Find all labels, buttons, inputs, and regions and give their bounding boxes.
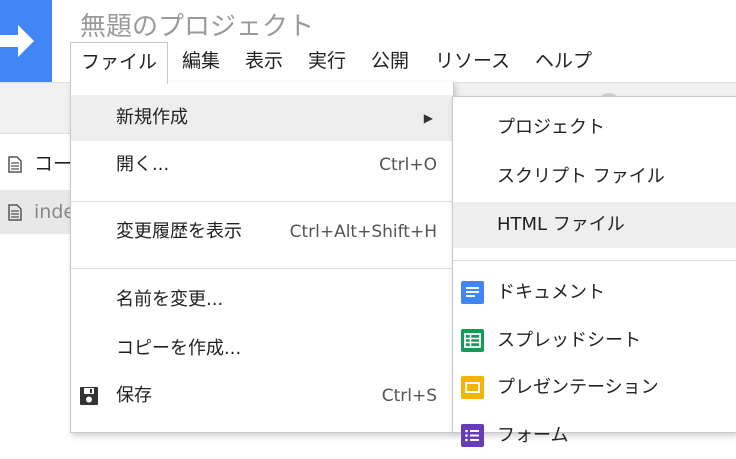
menu-item-save[interactable]: 保存 Ctrl+S xyxy=(71,373,453,419)
submenu-item-project[interactable]: プロジェクト xyxy=(453,105,736,151)
file-list-item[interactable]: index.html xyxy=(0,190,70,234)
new-submenu: プロジェクト スクリプト ファイル HTML ファイル ドキュメント スプレッド… xyxy=(452,96,736,447)
menu-separator xyxy=(453,260,736,261)
menu-view[interactable]: 表示 xyxy=(245,42,283,80)
menu-edit[interactable]: 編集 xyxy=(182,42,220,80)
menu-run[interactable]: 実行 xyxy=(308,42,346,80)
submenu-item-document[interactable]: ドキュメント xyxy=(453,270,736,316)
file-list-item[interactable]: コード.gs xyxy=(0,142,70,186)
menu-item-label: HTML ファイル xyxy=(497,214,625,235)
menu-item-label: フォーム xyxy=(497,425,569,446)
menu-item-label: 変更履歴を表示 xyxy=(116,221,242,242)
menu-item-label: 新規作成 xyxy=(116,107,188,128)
menu-file[interactable]: ファイル xyxy=(70,42,169,84)
project-title[interactable]: 無題のプロジェクト xyxy=(80,6,314,43)
apps-script-logo[interactable] xyxy=(0,0,52,82)
menu-item-history[interactable]: 変更履歴を表示 Ctrl+Alt+Shift+H xyxy=(71,209,453,255)
save-icon xyxy=(80,387,98,405)
forms-icon xyxy=(461,424,484,447)
menu-item-label: 開く... xyxy=(116,154,170,175)
submenu-item-script-file[interactable]: スクリプト ファイル xyxy=(453,154,736,200)
shortcut-label: Ctrl+S xyxy=(381,386,437,406)
menu-item-copy[interactable]: コピーを作成... xyxy=(71,326,453,372)
menu-item-label: 保存 xyxy=(116,385,152,406)
menu-item-label: スプレッドシート xyxy=(497,330,641,351)
file-name: コード.gs xyxy=(34,153,70,175)
menu-item-label: コピーを作成... xyxy=(116,338,242,359)
arrow-right-icon xyxy=(0,25,34,57)
sheets-icon xyxy=(461,329,484,352)
menu-publish[interactable]: 公開 xyxy=(371,42,409,80)
shortcut-label: Ctrl+O xyxy=(379,155,437,175)
menu-item-open[interactable]: 開く... Ctrl+O xyxy=(71,142,453,188)
menu-item-label: ドキュメント xyxy=(497,282,605,303)
menu-separator xyxy=(71,201,453,202)
submenu-item-presentation[interactable]: プレゼンテーション xyxy=(453,365,736,411)
menu-item-label: スクリプト ファイル xyxy=(497,166,665,187)
submenu-arrow-icon: ▶ xyxy=(423,111,433,125)
menu-item-label: プロジェクト xyxy=(497,117,605,138)
menu-item-new[interactable]: 新規作成 ▶ xyxy=(71,95,453,141)
file-menu-dropdown: 新規作成 ▶ 開く... Ctrl+O 変更履歴を表示 Ctrl+Alt+Shi… xyxy=(70,82,454,433)
file-icon xyxy=(8,156,22,173)
docs-icon xyxy=(461,281,484,304)
menu-item-label: 名前を変更... xyxy=(116,289,224,310)
menu-help[interactable]: ヘルプ xyxy=(535,42,592,80)
shortcut-label: Ctrl+Alt+Shift+H xyxy=(289,222,437,242)
submenu-item-form[interactable]: フォーム xyxy=(453,413,736,459)
submenu-item-spreadsheet[interactable]: スプレッドシート xyxy=(453,318,736,364)
slides-icon xyxy=(461,376,484,399)
menu-item-rename[interactable]: 名前を変更... xyxy=(71,277,453,323)
file-name: index.html xyxy=(34,201,70,223)
file-icon xyxy=(8,204,22,221)
submenu-item-html-file[interactable]: HTML ファイル xyxy=(453,202,736,248)
menu-item-label: プレゼンテーション xyxy=(497,377,659,398)
menu-resources[interactable]: リソース xyxy=(435,42,510,80)
menu-separator xyxy=(71,268,453,269)
